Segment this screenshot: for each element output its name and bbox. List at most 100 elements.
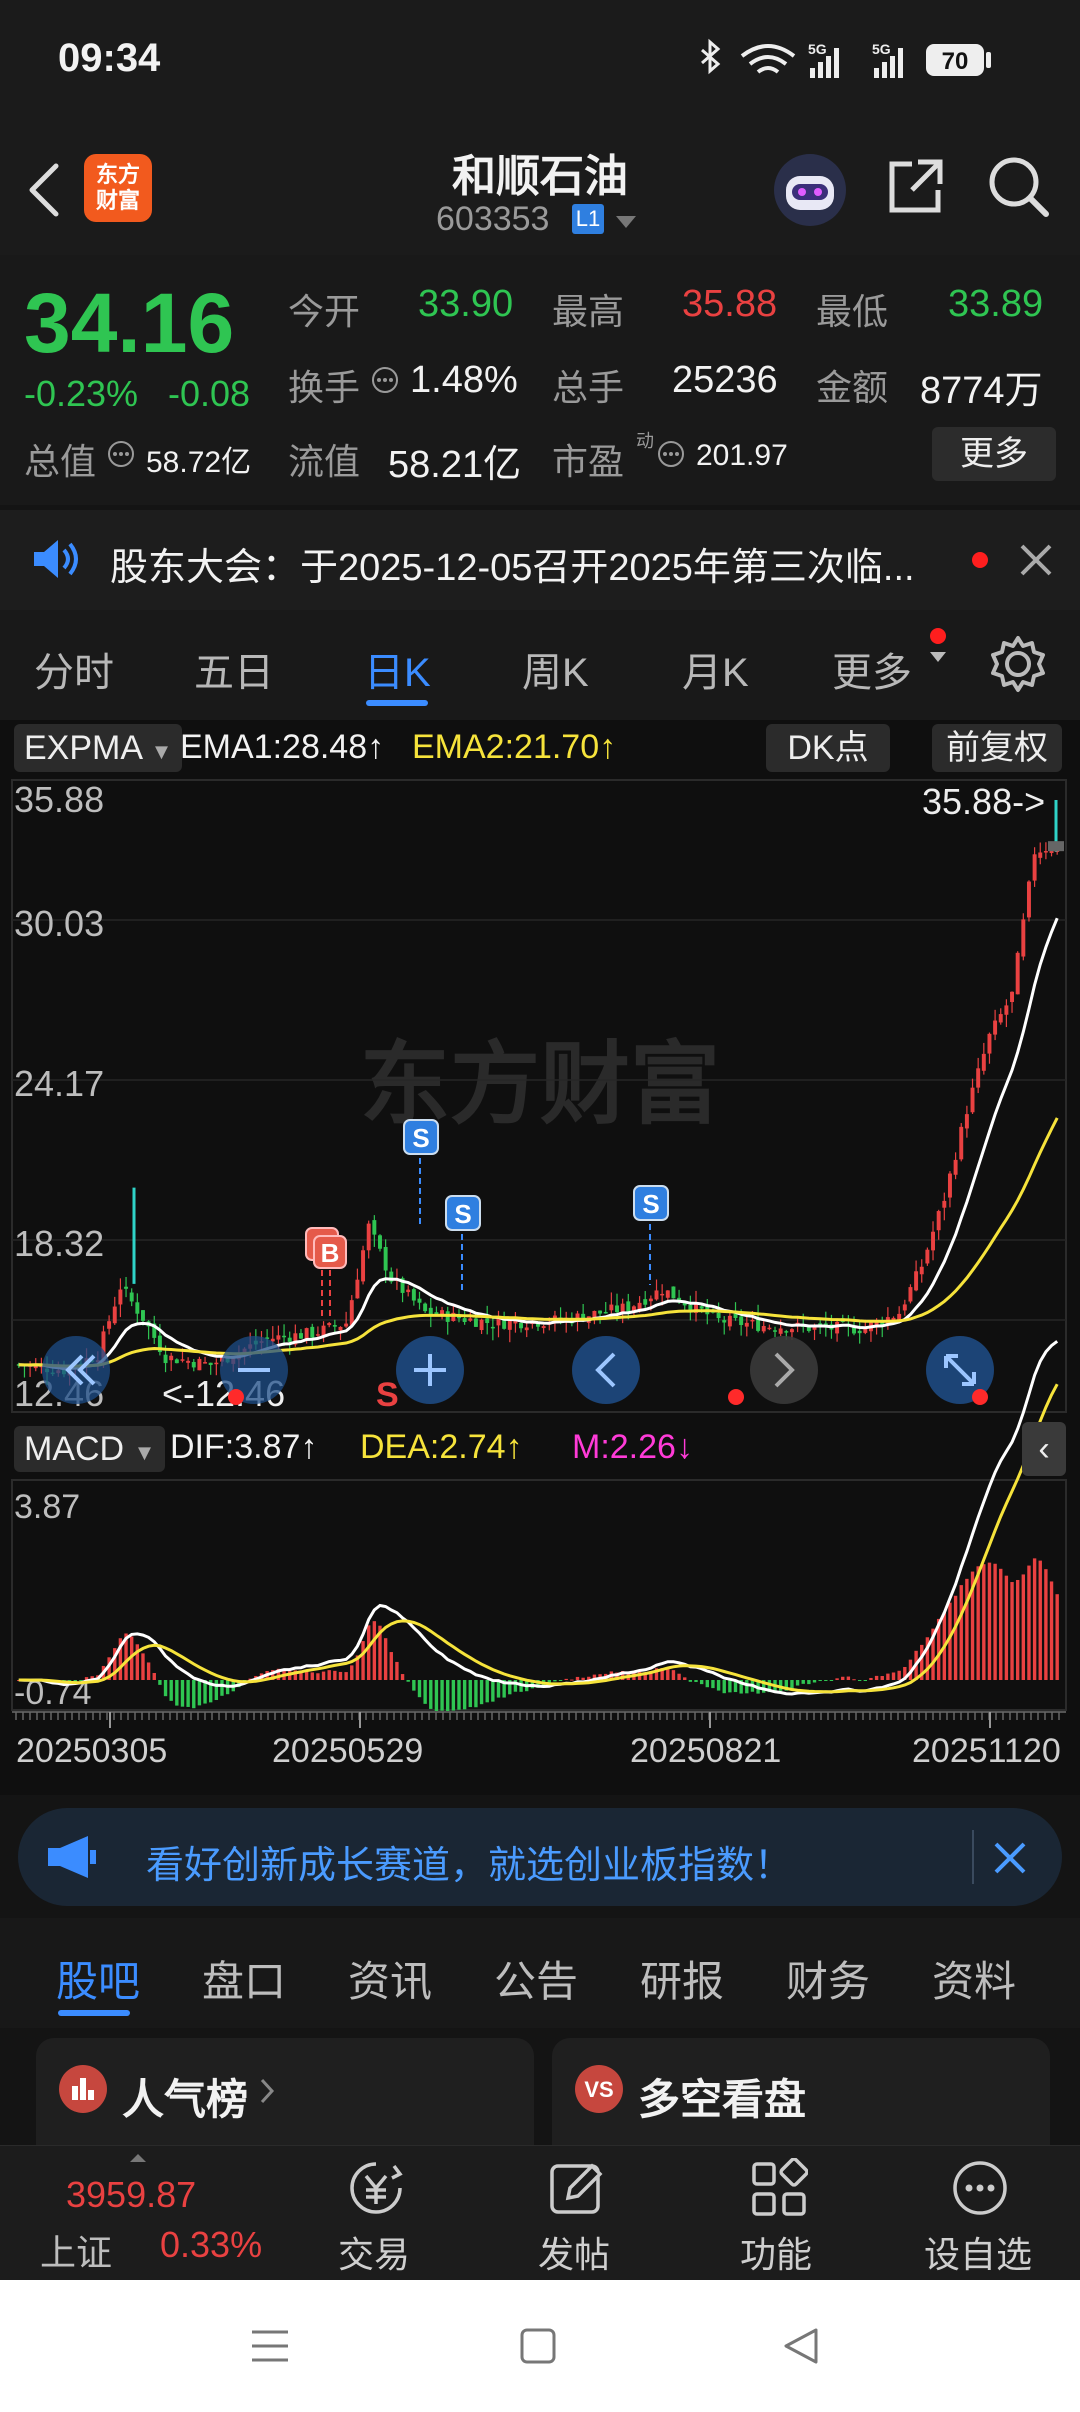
scroll-left-button[interactable] [572, 1336, 640, 1404]
candle-body [1004, 1005, 1009, 1015]
macd-bar [468, 1680, 472, 1708]
long-short-title: 多空看盘 [638, 2076, 807, 2123]
tab-profile[interactable]: 资料 [932, 1948, 1016, 2009]
candle-body [615, 1305, 619, 1313]
back-nav-icon[interactable] [782, 2326, 822, 2366]
status-bar: 09:34 5G 5G 70 [0, 0, 1080, 120]
macd-bar [316, 1673, 320, 1680]
macd-bar [457, 1680, 461, 1710]
search-icon[interactable] [984, 152, 1054, 222]
sell-signal[interactable]: S [633, 1185, 669, 1285]
info-icon[interactable] [370, 365, 400, 395]
index-value[interactable]: 3959.87 [66, 2174, 196, 2216]
macd-bar [846, 1676, 851, 1680]
more-button[interactable]: 更多 [932, 427, 1056, 481]
more-options-icon[interactable] [950, 2158, 1010, 2218]
candle-body [919, 1266, 924, 1275]
watchlist-label[interactable]: 设自选 [924, 2226, 1032, 2278]
buy-signal[interactable]: B [305, 1227, 347, 1320]
sell-signal[interactable]: S [445, 1195, 481, 1290]
tab-daily-k[interactable]: 日K [364, 640, 431, 698]
candle-body [118, 1289, 123, 1305]
functions-grid-icon[interactable] [748, 2158, 808, 2218]
candle-body [1021, 919, 1026, 957]
scroll-right-button[interactable] [750, 1336, 818, 1404]
scroll-left-fast-button[interactable] [42, 1336, 110, 1404]
sell-signal[interactable]: S [403, 1119, 439, 1225]
macd-bar [699, 1680, 704, 1685]
macd-bar [158, 1680, 162, 1685]
chevron-down-icon[interactable] [614, 214, 638, 230]
tab-guba[interactable]: 股吧 [56, 1948, 140, 2009]
macd-bar [841, 1676, 845, 1680]
notice-bar[interactable]: 股东大会：于2025-12-05召开2025年第三次临... [0, 510, 1080, 610]
m-value: M:2.26↓ [572, 1428, 693, 1467]
tab-more[interactable]: 更多 [832, 640, 912, 698]
info-icon[interactable] [656, 439, 686, 469]
tab-intraday[interactable]: 分时 [34, 640, 114, 698]
candle-body [1043, 851, 1048, 853]
candle-body [1015, 952, 1020, 995]
candle-body [739, 1316, 744, 1326]
candle-body [671, 1286, 676, 1299]
functions-label[interactable]: 功能 [740, 2226, 812, 2278]
collapse-panel-button[interactable]: ‹ [1022, 1422, 1066, 1476]
post-label[interactable]: 发帖 [538, 2226, 610, 2278]
trade-label[interactable]: 交易 [338, 2226, 410, 2278]
macd-bar [711, 1680, 715, 1689]
macd-bar [163, 1680, 168, 1697]
tab-research[interactable]: 研报 [640, 1948, 724, 2009]
candle-body [355, 1279, 360, 1299]
tab-monthly-k[interactable]: 月K [682, 640, 749, 698]
ema1-line [18, 917, 1059, 1371]
candle-body [519, 1322, 524, 1329]
macd-bar [1032, 1558, 1037, 1680]
index-name: 上证 [40, 2232, 113, 2273]
up-arrow-icon: ↑ [505, 1428, 523, 1466]
volume-value: 25236 [672, 359, 778, 401]
candle-body [784, 1331, 789, 1333]
speaker-icon [34, 540, 78, 578]
share-icon[interactable] [884, 154, 948, 218]
tab-weekly-k[interactable]: 周K [522, 640, 589, 698]
post-icon[interactable] [546, 2158, 606, 2218]
robot-assistant-icon[interactable] [770, 150, 850, 230]
macd-bar [395, 1661, 399, 1680]
signal-dot [972, 1389, 988, 1405]
candle-body [908, 1287, 913, 1302]
home-icon[interactable] [518, 2326, 558, 2366]
info-icon[interactable] [106, 439, 136, 469]
promo-banner[interactable]: 看好创新成长赛道，就选创业板指数！ [18, 1808, 1062, 1906]
notice-text: 股东大会：于2025-12-05召开2025年第三次临... [110, 547, 915, 589]
close-icon[interactable] [988, 1836, 1032, 1880]
macd-selector[interactable]: MACD ▼ [14, 1426, 166, 1472]
tab-announcements[interactable]: 公告 [494, 1948, 578, 2009]
tab-five-day[interactable]: 五日 [194, 640, 274, 698]
macd-bar [417, 1680, 422, 1698]
tab-handicap[interactable]: 盘口 [202, 1948, 286, 2009]
candle-body [423, 1303, 428, 1312]
macd-bar [434, 1680, 439, 1712]
candle-body [140, 1310, 145, 1321]
trade-icon[interactable] [346, 2158, 406, 2218]
macd-bar [581, 1677, 585, 1680]
candle-body [536, 1323, 540, 1327]
macd-bar [953, 1595, 958, 1680]
chevron-down-icon: ▼ [133, 1440, 156, 1465]
macd-bar [852, 1679, 856, 1681]
macd-bar [564, 1678, 568, 1680]
candle-body [332, 1325, 337, 1327]
zoom-in-button[interactable] [396, 1336, 464, 1404]
tab-news[interactable]: 资讯 [348, 1948, 432, 2009]
macd-bar [141, 1653, 145, 1680]
candle-body [276, 1335, 281, 1340]
menu-icon[interactable] [250, 2326, 290, 2366]
tab-finance[interactable]: 财务 [786, 1948, 870, 2009]
bottom-toolbar: 3959.87 上证 0.33% 交易 发帖 功能 设自选 [0, 2145, 1080, 2281]
candle-body [299, 1333, 303, 1339]
open-value: 33.90 [418, 283, 514, 325]
close-icon[interactable] [1016, 540, 1056, 580]
kline-chart-area[interactable]: EXPMA ▼ EMA1:28.48↑ EMA2:21.70↑ DK点 前复权 … [0, 720, 1080, 1795]
change-amt: -0.08 [168, 373, 251, 414]
settings-gear-icon[interactable] [988, 634, 1048, 694]
